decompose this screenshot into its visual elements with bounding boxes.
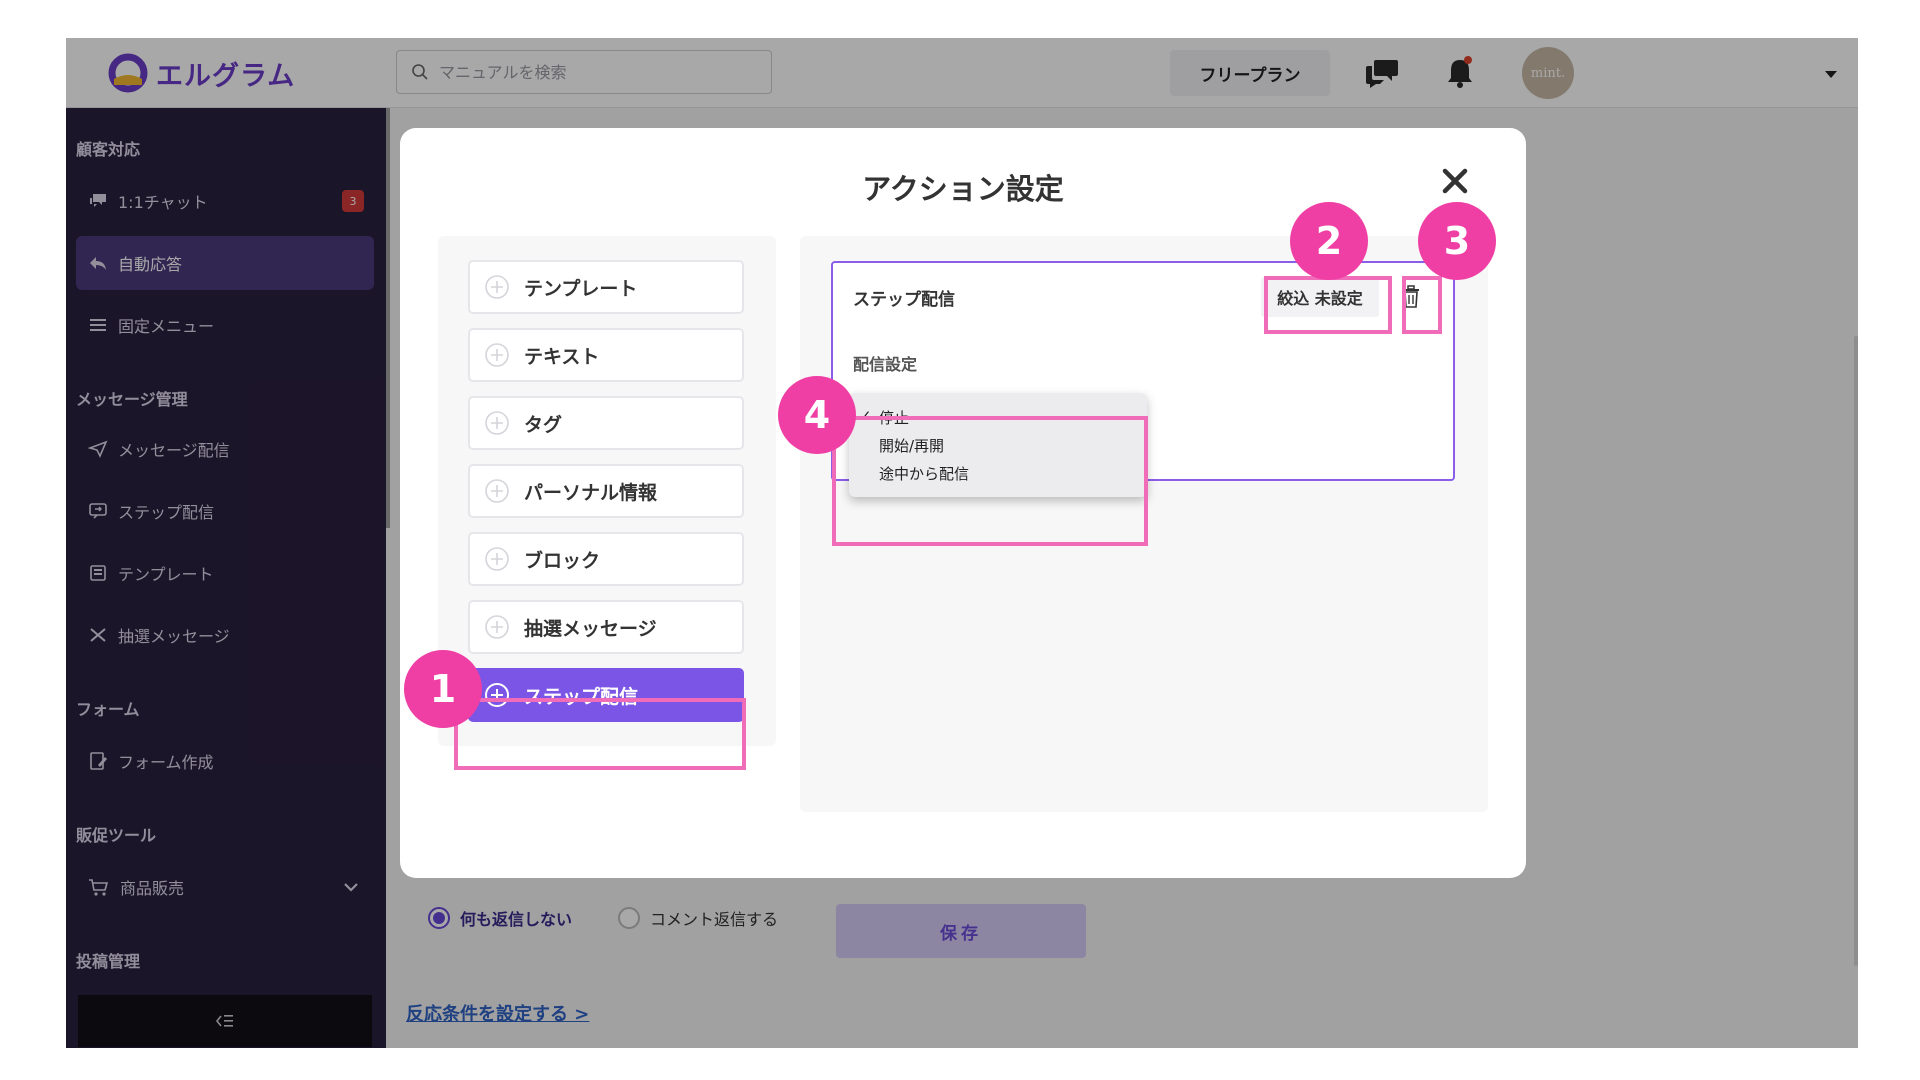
step-marker-4: 4 <box>778 376 856 454</box>
plus-circle-icon <box>485 547 509 571</box>
highlight-box-2 <box>1264 276 1392 334</box>
action-label: テンプレート <box>524 277 638 300</box>
action-text-button[interactable]: テキスト <box>468 328 744 382</box>
highlight-box-1 <box>454 698 746 770</box>
plus-circle-icon <box>485 479 509 503</box>
plus-circle-icon <box>485 411 509 435</box>
action-list-panel: テンプレート テキスト タグ パーソナル情報 ブロック 抽選メッセージ ステップ… <box>438 236 776 746</box>
action-label: ブロック <box>524 549 601 572</box>
action-label: 抽選メッセージ <box>524 617 657 640</box>
action-personal-info-button[interactable]: パーソナル情報 <box>468 464 744 518</box>
plus-circle-icon <box>485 275 509 299</box>
page-scrollbar[interactable] <box>1854 336 1858 966</box>
action-label: タグ <box>524 413 563 436</box>
delivery-setting-label: 配信設定 <box>853 355 918 374</box>
action-template-button[interactable]: テンプレート <box>468 260 744 314</box>
action-lottery-button[interactable]: 抽選メッセージ <box>468 600 744 654</box>
action-tag-button[interactable]: タグ <box>468 396 744 450</box>
plus-circle-icon <box>485 615 509 639</box>
highlight-box-3 <box>1402 276 1442 334</box>
card-title: ステップ配信 <box>853 290 955 310</box>
step-marker-3: 3 <box>1418 202 1496 280</box>
sidebar-scrollbar[interactable] <box>386 108 390 528</box>
app-window: エルグラム フリープラン mint. <box>66 38 1858 1048</box>
action-block-button[interactable]: ブロック <box>468 532 744 586</box>
action-label: パーソナル情報 <box>524 481 658 504</box>
step-marker-2: 2 <box>1290 202 1368 280</box>
plus-circle-icon <box>485 343 509 367</box>
modal-title: アクション設定 <box>862 172 1064 206</box>
step-marker-1: 1 <box>404 650 482 728</box>
close-icon[interactable] <box>1440 166 1470 196</box>
action-settings-modal: アクション設定 テンプレート テキスト タグ パーソナル情報 ブロック 抽選メッ… <box>400 128 1526 878</box>
action-label: テキスト <box>524 345 600 368</box>
highlight-box-4 <box>832 416 1148 546</box>
